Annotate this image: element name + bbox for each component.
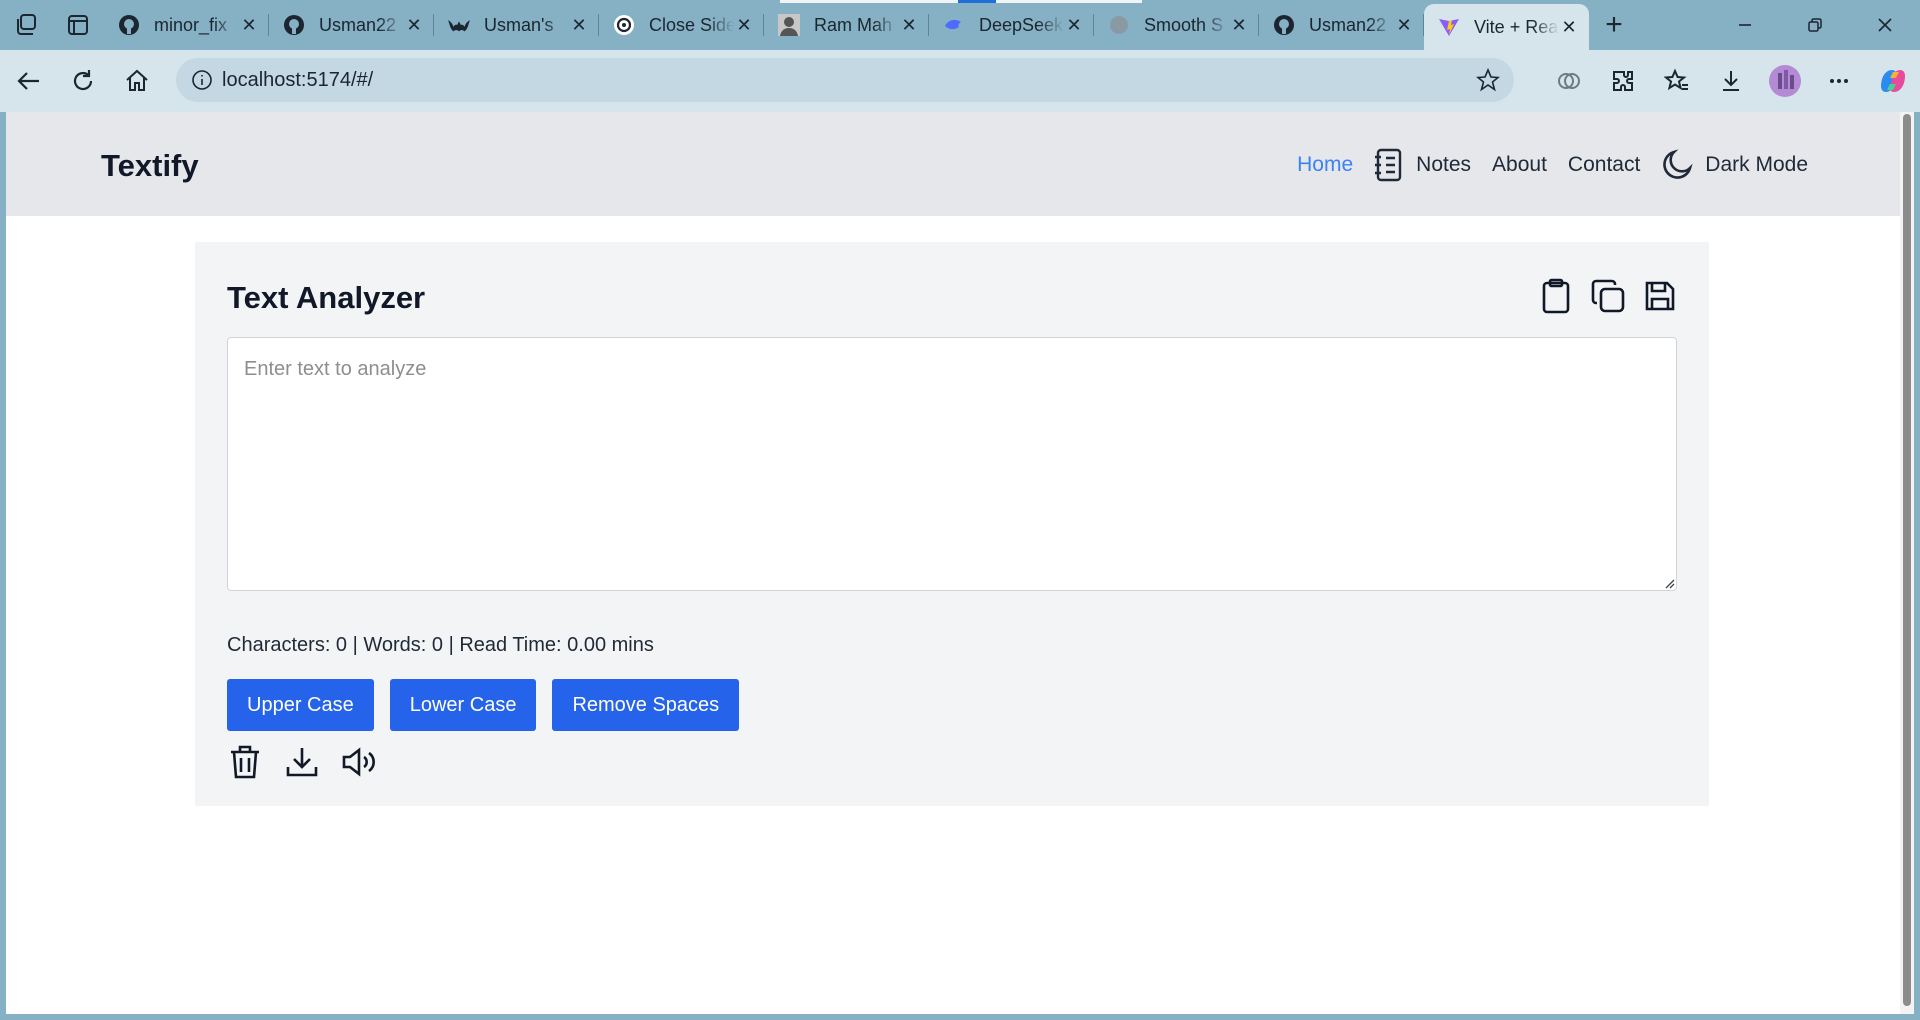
github-icon <box>283 14 305 36</box>
save-floppy-icon[interactable] <box>1643 278 1677 314</box>
close-tab-icon[interactable]: ✕ <box>239 15 259 35</box>
copilot-icon[interactable] <box>1866 54 1920 108</box>
page-viewport: Textify Home Notes About Contact Dark Mo… <box>6 112 1900 1014</box>
minimize-icon[interactable] <box>1710 0 1780 50</box>
nav-links: Home Notes About Contact Dark Mode <box>1297 145 1808 185</box>
vite-icon <box>1438 16 1460 38</box>
close-tab-icon[interactable]: ✕ <box>899 15 919 35</box>
browser-tab-bar: minor_fix ✕ Usman22 ✕ Usman's ✕ Close Si… <box>0 0 1920 50</box>
copilot-vision-icon[interactable] <box>1542 54 1596 108</box>
address-bar[interactable]: localhost:5174/#/ <box>176 58 1514 102</box>
browser-tools <box>1542 54 1920 108</box>
download-icon[interactable] <box>284 742 320 782</box>
tab-actions-icon[interactable] <box>52 0 104 50</box>
tab-title: Vite + React <box>1474 16 1559 37</box>
tab-title: Usman's <box>484 14 554 35</box>
page-scrollbar[interactable] <box>1900 112 1914 1014</box>
lower-case-button[interactable]: Lower Case <box>389 679 537 731</box>
nav-home[interactable]: Home <box>1297 153 1353 177</box>
trash-icon[interactable] <box>227 742 263 782</box>
browser-toolbar: localhost:5174/#/ <box>0 50 1920 112</box>
tab-title: DeepSeek <box>979 14 1064 35</box>
analyzer-title: Text Analyzer <box>227 280 426 315</box>
text-stats: Characters: 0 | Words: 0 | Read Time: 0.… <box>227 634 654 656</box>
close-tab-icon[interactable]: ✕ <box>1559 17 1579 37</box>
browser-tab-active[interactable]: Vite + React ✕ <box>1424 4 1589 50</box>
globe-icon <box>1108 14 1130 36</box>
tab-title: Smooth S <box>1144 14 1224 35</box>
browser-tab[interactable]: Ram Mah ✕ <box>764 0 929 50</box>
workspaces-icon[interactable] <box>0 0 52 50</box>
extensions-icon[interactable] <box>1596 54 1650 108</box>
bat-icon <box>448 14 470 36</box>
browser-tab[interactable]: minor_fix ✕ <box>104 0 269 50</box>
browser-tab[interactable]: Close Side ✕ <box>599 0 764 50</box>
close-tab-icon[interactable]: ✕ <box>404 15 424 35</box>
restore-icon[interactable] <box>1780 0 1850 50</box>
close-tab-icon[interactable]: ✕ <box>1394 15 1414 35</box>
browser-tab[interactable]: DeepSeek ✕ <box>929 0 1094 50</box>
app-navbar: Textify Home Notes About Contact Dark Mo… <box>6 112 1900 216</box>
nav-notes[interactable]: Notes <box>1416 153 1471 177</box>
nav-contact[interactable]: Contact <box>1568 153 1640 177</box>
openai-icon <box>613 14 635 36</box>
browser-tab[interactable]: Smooth S ✕ <box>1094 0 1259 50</box>
remove-spaces-button[interactable]: Remove Spaces <box>552 679 740 731</box>
app-brand[interactable]: Textify <box>101 148 199 184</box>
github-icon <box>1273 14 1295 36</box>
favorite-star-icon[interactable] <box>1475 67 1501 97</box>
browser-tab[interactable]: Usman's ✕ <box>434 0 599 50</box>
downloads-icon[interactable] <box>1704 54 1758 108</box>
tab-title: Ram Mah <box>814 14 893 35</box>
avatar-icon <box>778 14 800 36</box>
browser-tab[interactable]: Usman22 ✕ <box>269 0 434 50</box>
window-controls <box>1710 0 1920 50</box>
upper-case-button[interactable]: Upper Case <box>227 679 374 731</box>
address-url[interactable]: localhost:5174/#/ <box>222 69 373 92</box>
tab-title: minor_fix <box>154 14 228 35</box>
close-window-icon[interactable] <box>1850 0 1920 50</box>
transform-buttons: Upper Case Lower Case Remove Spaces <box>227 679 755 731</box>
new-tab-button[interactable]: + <box>1589 0 1639 50</box>
close-tab-icon[interactable]: ✕ <box>1064 15 1084 35</box>
close-tab-icon[interactable]: ✕ <box>1229 15 1249 35</box>
copy-icon[interactable] <box>1591 278 1625 314</box>
tab-group-indicator <box>996 0 1142 3</box>
moon-icon[interactable] <box>1661 149 1693 181</box>
deepseek-icon <box>943 14 965 36</box>
favorites-icon[interactable] <box>1650 54 1704 108</box>
resize-grip-icon[interactable] <box>1663 577 1675 589</box>
back-arrow-icon[interactable] <box>2 54 56 108</box>
home-icon[interactable] <box>110 54 164 108</box>
text-input-area[interactable] <box>227 337 1677 591</box>
browser-tab[interactable]: Usman22 ✕ <box>1259 0 1424 50</box>
nav-dark-mode[interactable]: Dark Mode <box>1705 153 1808 177</box>
analyzer-toolbar <box>1521 278 1677 314</box>
scrollbar-thumb[interactable] <box>1903 114 1911 1006</box>
speaker-icon[interactable] <box>341 742 377 782</box>
github-icon <box>118 14 140 36</box>
tab-title: Close Side <box>649 14 734 35</box>
tab-title: Usman22 <box>1309 14 1387 35</box>
close-tab-icon[interactable]: ✕ <box>569 15 589 35</box>
action-icons <box>227 742 398 782</box>
close-tab-icon[interactable]: ✕ <box>734 15 754 35</box>
paste-clipboard-icon[interactable] <box>1539 278 1573 314</box>
nav-about[interactable]: About <box>1492 153 1547 177</box>
tab-title: Usman22 <box>319 14 397 35</box>
refresh-icon[interactable] <box>56 54 110 108</box>
site-info-icon[interactable] <box>182 69 222 91</box>
notebook-icon[interactable] <box>1374 148 1404 182</box>
more-options-icon[interactable] <box>1812 54 1866 108</box>
text-analyzer-card: Text Analyzer Characters: 0 | Words: 0 |… <box>195 242 1709 806</box>
profile-avatar[interactable] <box>1758 54 1812 108</box>
